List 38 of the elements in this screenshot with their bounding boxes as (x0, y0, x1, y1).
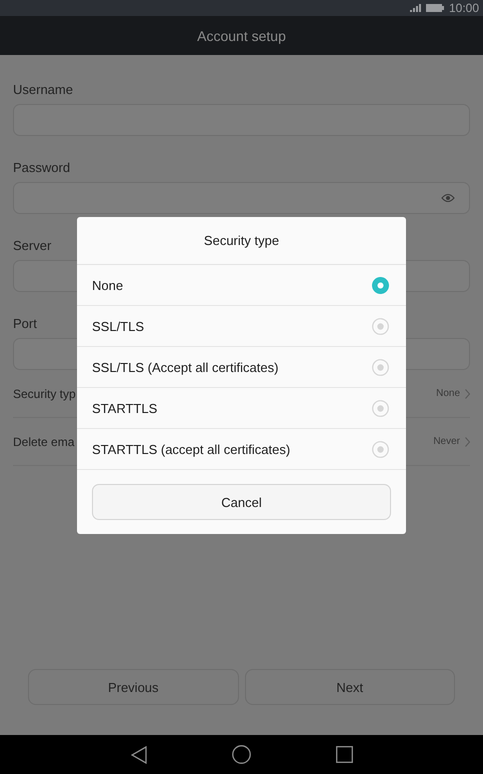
eye-icon[interactable] (441, 193, 455, 203)
option-label: None (92, 278, 124, 292)
setting-label: Security typ (13, 386, 76, 400)
cancel-button[interactable]: Cancel (92, 484, 391, 520)
input-field[interactable] (13, 182, 470, 214)
field-label: Username (13, 82, 73, 97)
option-row[interactable]: SSL/TLS (77, 306, 406, 347)
next-button[interactable]: Next (244, 669, 455, 705)
radio-icon[interactable] (372, 358, 389, 376)
field-label: Password (13, 160, 70, 175)
option-label: STARTTLS (92, 400, 158, 416)
recents-icon[interactable] (336, 746, 352, 763)
setting-label: Delete ema (13, 434, 74, 448)
setting-value: Never (433, 436, 460, 447)
option-label: SSL/TLS (Accept all certificates) (92, 360, 278, 374)
radio-icon[interactable] (372, 400, 389, 416)
option-row[interactable]: SSL/TLS (Accept all certificates) (77, 347, 406, 388)
home-icon[interactable] (232, 745, 250, 764)
option-row[interactable]: STARTTLS (77, 388, 406, 429)
radio-selected-icon[interactable] (372, 276, 389, 294)
back-icon[interactable] (130, 746, 146, 764)
radio-icon[interactable] (372, 440, 389, 458)
option-label: SSL/TLS (92, 318, 144, 334)
radio-icon[interactable] (372, 318, 389, 334)
clock-time: 10:00 (448, 1, 479, 15)
battery-icon (426, 4, 444, 12)
field-label: Port (13, 316, 37, 331)
chevron-right-icon (465, 436, 470, 446)
field-label: Server (13, 238, 52, 253)
screen-title: Account setup (197, 28, 286, 44)
signal-icon (410, 4, 421, 12)
dialog-title: Security type (77, 217, 406, 265)
setting-value: None (436, 388, 460, 399)
option-label: STARTTLS (accept all certificates) (92, 442, 290, 456)
option-row[interactable]: None (77, 265, 406, 306)
previous-button[interactable]: Previous (28, 669, 238, 705)
chevron-right-icon (465, 388, 470, 398)
option-row[interactable]: STARTTLS (accept all certificates) (77, 429, 406, 470)
